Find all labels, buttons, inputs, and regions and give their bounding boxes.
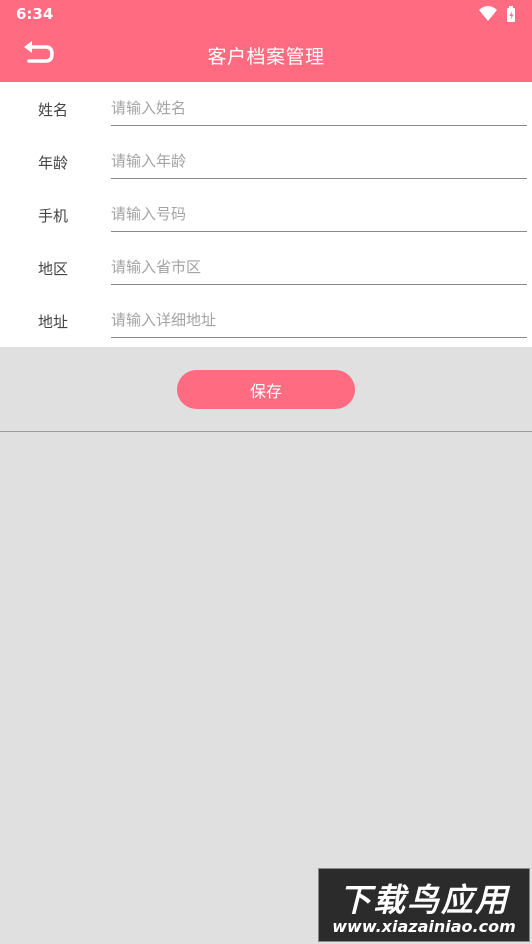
status-icons (478, 5, 518, 27)
address-input[interactable] (111, 303, 527, 338)
address-label: 地址 (38, 313, 69, 331)
customer-form: 姓名 年龄 手机 地区 地址 (0, 82, 532, 347)
region-label: 地区 (38, 260, 69, 278)
form-row-address: 地址 (0, 294, 532, 347)
watermark-site: www.xiazainiao.com (332, 917, 516, 936)
app-bar: 客户档案管理 (0, 28, 532, 82)
page-title: 客户档案管理 (207, 46, 325, 68)
watermark-logo: 下载鸟应用 www.xiazainiao.com (318, 868, 530, 942)
divider (0, 431, 532, 432)
form-row-phone: 手机 (0, 188, 532, 241)
phone-label: 手机 (38, 207, 69, 225)
name-input[interactable] (111, 91, 527, 126)
status-bar: 6:34 (0, 0, 532, 28)
age-label: 年龄 (38, 154, 69, 172)
status-time: 6:34 (16, 5, 54, 23)
phone-input[interactable] (111, 197, 527, 232)
region-input[interactable] (111, 250, 527, 285)
wifi-icon (479, 6, 497, 21)
save-button[interactable]: 保存 (177, 370, 355, 409)
form-row-region: 地区 (0, 241, 532, 294)
battery-icon (507, 6, 515, 22)
form-row-name: 姓名 (0, 82, 532, 135)
age-input[interactable] (111, 144, 527, 179)
form-row-age: 年龄 (0, 135, 532, 188)
name-label: 姓名 (38, 101, 69, 119)
watermark-title: 下载鸟应用 (338, 881, 509, 919)
